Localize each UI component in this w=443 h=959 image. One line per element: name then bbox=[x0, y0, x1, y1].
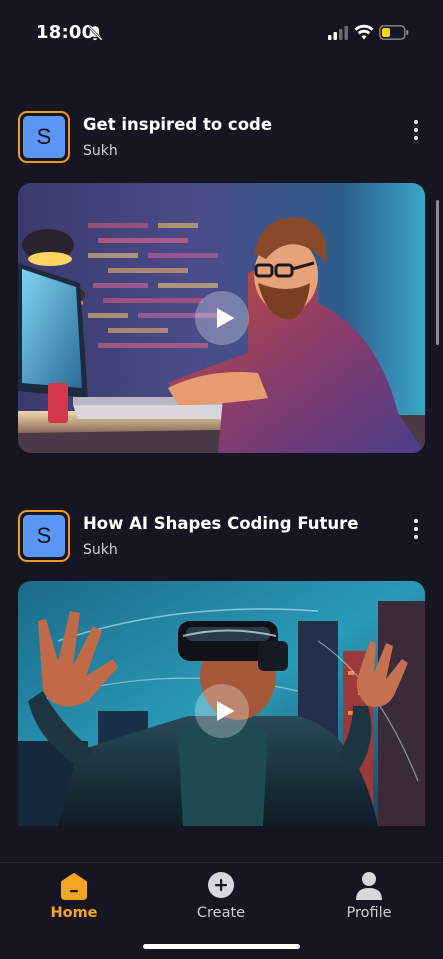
more-options-button[interactable] bbox=[406, 514, 426, 544]
post-header: S Get inspired to code Sukh bbox=[18, 111, 428, 165]
home-indicator bbox=[143, 944, 300, 949]
post-author: Sukh bbox=[83, 143, 118, 159]
scrollbar[interactable] bbox=[436, 200, 439, 345]
tab-label: Home bbox=[50, 905, 98, 921]
avatar[interactable]: S bbox=[18, 510, 70, 562]
post-title: Get inspired to code bbox=[83, 115, 273, 134]
plus-circle-icon bbox=[208, 872, 234, 898]
video-thumbnail[interactable] bbox=[18, 183, 425, 453]
avatar[interactable]: S bbox=[18, 111, 70, 163]
tab-create[interactable]: Create bbox=[166, 863, 276, 933]
tab-label: Create bbox=[196, 905, 246, 921]
video-feed[interactable]: S Get inspired to code Sukh S How AI Sha… bbox=[0, 0, 443, 862]
post-title: How AI Shapes Coding Future bbox=[83, 514, 359, 533]
avatar-letter: S bbox=[23, 116, 65, 158]
play-icon bbox=[216, 700, 234, 721]
tab-profile[interactable]: Profile bbox=[314, 863, 424, 933]
play-button[interactable] bbox=[194, 291, 249, 345]
user-icon bbox=[356, 872, 382, 900]
avatar-letter: S bbox=[23, 515, 65, 557]
tab-home[interactable]: Home bbox=[19, 863, 129, 933]
more-options-button[interactable] bbox=[406, 115, 426, 145]
play-button[interactable] bbox=[194, 683, 249, 738]
tab-label: Profile bbox=[346, 905, 392, 921]
video-thumbnail[interactable] bbox=[18, 581, 425, 826]
post-author: Sukh bbox=[83, 542, 118, 558]
post-header: S How AI Shapes Coding Future Sukh bbox=[18, 510, 428, 564]
home-icon bbox=[61, 873, 87, 900]
play-icon bbox=[216, 308, 234, 328]
